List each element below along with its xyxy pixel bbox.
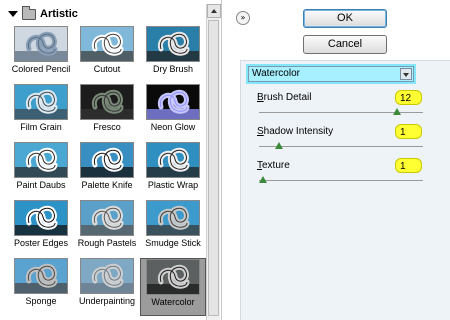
filter-thumb-neon-glow[interactable]: Neon Glow [140,84,206,142]
category-title: Artistic [40,8,78,20]
param-label: Shadow Intensity [257,126,334,137]
slider-handle-icon[interactable] [274,142,283,149]
filter-thumb-plastic-wrap[interactable]: Plastic Wrap [140,142,206,200]
folder-icon [22,5,36,20]
slider-handle-icon[interactable] [392,108,401,115]
scroll-up-arrow-icon[interactable] [207,4,221,18]
filter-thumb-label: Sponge [25,296,57,306]
filter-thumb-label: Smudge Stick [145,238,201,248]
cutout-thumbnail-icon [80,26,134,62]
filter-thumb-label: Dry Brush [152,64,193,74]
filter-thumb-label: Rough Pastels [77,238,137,248]
fresco-thumbnail-icon [80,84,134,120]
underpainting-thumbnail-icon [80,258,134,294]
filter-thumb-label: Film Grain [20,122,62,132]
param-label: Texture [257,160,290,171]
gallery-scrollbar[interactable] [206,4,221,320]
filter-thumb-rough-pastels[interactable]: Rough Pastels [74,200,140,258]
slider-handle-icon[interactable] [259,176,267,183]
poster-edges-thumbnail-icon [14,200,68,236]
chevron-down-icon[interactable] [400,68,412,80]
param-value-input[interactable]: 1 [395,124,422,139]
category-header[interactable]: Artistic [4,5,78,22]
expand-triangle-icon[interactable] [8,11,18,17]
param-label: Brush Detail [257,92,312,103]
filter-thumb-label: Cutout [93,64,121,74]
filter-thumb-poster-edges[interactable]: Poster Edges [8,200,74,258]
filter-thumb-film-grain[interactable]: Film Grain [8,84,74,142]
dry-brush-thumbnail-icon [146,26,200,62]
filter-thumb-label: Paint Daubs [16,180,66,190]
filter-thumb-label: Watercolor [151,297,195,307]
param-value-input[interactable]: 12 [395,90,422,105]
colored-pencil-thumbnail-icon [14,26,68,62]
smudge-stick-thumbnail-icon [146,200,200,236]
filter-thumb-sponge[interactable]: Sponge [8,258,74,316]
collapse-gallery-button[interactable]: » [236,11,250,25]
filter-thumb-fresco[interactable]: Fresco [74,84,140,142]
filter-thumb-label: Fresco [93,122,121,132]
filter-thumb-paint-daubs[interactable]: Paint Daubs [8,142,74,200]
param-slider-track[interactable] [259,146,423,147]
filter-thumb-label: Plastic Wrap [147,180,199,190]
param-slider-track[interactable] [259,180,423,181]
filter-select-value: Watercolor [252,68,300,79]
plastic-wrap-thumbnail-icon [146,142,200,178]
palette-knife-thumbnail-icon [80,142,134,178]
filter-thumb-underpainting[interactable]: Underpainting [74,258,140,316]
filter-thumb-label: Underpainting [78,296,136,306]
paint-daubs-thumbnail-icon [14,142,68,178]
scroll-thumb[interactable] [208,20,219,316]
filter-thumb-watercolor[interactable]: Watercolor [140,258,206,316]
rough-pastels-thumbnail-icon [80,200,134,236]
neon-glow-thumbnail-icon [146,84,200,120]
ok-button[interactable]: OK [303,9,387,28]
filter-thumb-colored-pencil[interactable]: Colored Pencil [8,26,74,84]
cancel-button[interactable]: Cancel [303,35,387,54]
filter-gallery-panel: Artistic Colored Pencil Cutout Dry Brush Fi… [0,0,222,320]
param-value-input[interactable]: 1 [395,158,422,173]
filter-thumb-palette-knife[interactable]: Palette Knife [74,142,140,200]
filter-thumb-cutout[interactable]: Cutout [74,26,140,84]
filter-thumb-dry-brush[interactable]: Dry Brush [140,26,206,84]
filter-thumb-smudge-stick[interactable]: Smudge Stick [140,200,206,258]
filter-thumb-label: Colored Pencil [11,64,71,74]
filter-thumb-label: Palette Knife [81,180,133,190]
film-grain-thumbnail-icon [14,84,68,120]
watercolor-thumbnail-icon [146,259,200,295]
filter-select-dropdown[interactable]: Watercolor [248,66,414,82]
filter-thumb-label: Poster Edges [13,238,69,248]
filter-thumb-label: Neon Glow [150,122,196,132]
filter-thumbnail-grid: Colored Pencil Cutout Dry Brush Film Grain F… [8,26,208,316]
sponge-thumbnail-icon [14,258,68,294]
